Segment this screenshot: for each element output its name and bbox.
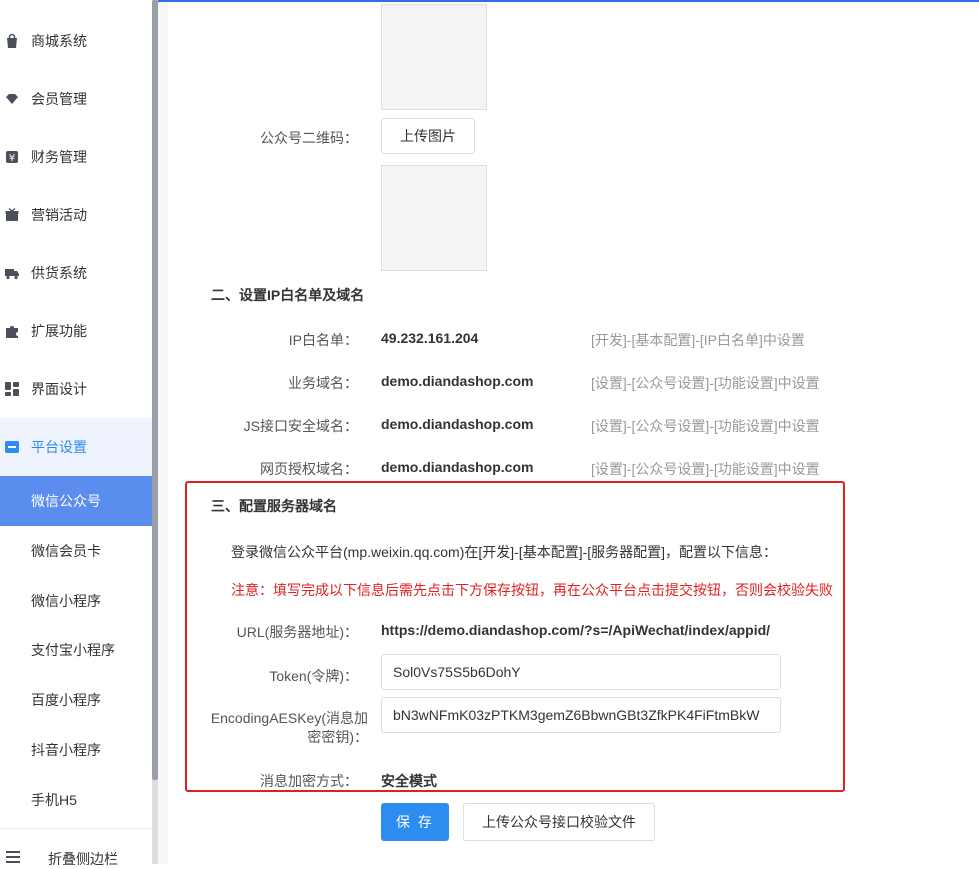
sidebar-item-label: 界面设计 <box>31 381 87 397</box>
server-config-warning: 注意：填写完成以下信息后需先点击下方保存按钮，再在公众平台点击提交按钮，否则会校… <box>231 582 833 598</box>
sidebar-item-label: 营销活动 <box>31 207 87 223</box>
sidebar-subitem-label: 支付宝小程序 <box>31 642 115 658</box>
token-label: Token(令牌)： <box>269 668 358 684</box>
truck-icon <box>5 269 19 280</box>
sidebar-subitem-label: 微信会员卡 <box>31 543 101 559</box>
collapse-sidebar-label: 折叠侧边栏 <box>48 851 118 867</box>
upload-verify-file-button[interactable]: 上传公众号接口校验文件 <box>463 803 655 841</box>
sidebar-item-supply[interactable]: 供货系统 <box>0 244 152 302</box>
sidebar-subitem-wechat-card[interactable]: 微信会员卡 <box>0 526 152 576</box>
main-content: 公众号二维码： 上传图片 二、设置IP白名单及域名 IP白名单： 49.232.… <box>158 2 979 864</box>
sidebar-item-marketing[interactable]: 营销活动 <box>0 186 152 244</box>
business-domain-hint: [设置]-[公众号设置]-[功能设置]中设置 <box>591 375 820 391</box>
sidebar-item-label: 平台设置 <box>31 439 87 455</box>
aes-key-label: EncodingAESKey(消息加 密密钥)： <box>198 709 368 747</box>
sidebar-item-finance[interactable]: ¥ 财务管理 <box>0 128 152 186</box>
save-button[interactable]: 保 存 <box>381 803 449 841</box>
sidebar-subitem-baidu-miniprogram[interactable]: 百度小程序 <box>0 675 152 725</box>
ip-whitelist-label: IP白名单： <box>288 332 358 348</box>
sidebar: 商城系统 会员管理 ¥ 财务管理 营销活动 供货系统 扩展功能 界面设计 平台设… <box>0 0 152 867</box>
puzzle-icon <box>6 326 18 338</box>
section-ip-whitelist-title: 二、设置IP白名单及域名 <box>211 287 365 303</box>
sidebar-subitem-wechat-miniprogram[interactable]: 微信小程序 <box>0 576 152 626</box>
upload-image-button[interactable]: 上传图片 <box>381 118 475 154</box>
sidebar-item-label: 商城系统 <box>31 33 87 49</box>
sidebar-item-extensions[interactable]: 扩展功能 <box>0 302 152 360</box>
sidebar-item-ui-design[interactable]: 界面设计 <box>0 360 152 418</box>
js-domain-hint: [设置]-[公众号设置]-[功能设置]中设置 <box>591 418 820 434</box>
aes-key-label-line2: 密密钥)： <box>307 729 368 745</box>
gift-icon <box>5 207 19 221</box>
server-config-description: 登录微信公众平台(mp.weixin.qq.com)在[开发]-[基本配置]-[… <box>231 544 778 560</box>
image-preview-1 <box>381 4 487 110</box>
svg-text:¥: ¥ <box>9 153 15 164</box>
js-domain-value: demo.diandashop.com <box>381 416 534 432</box>
sidebar-item-platform-settings[interactable]: 平台设置 <box>0 418 152 476</box>
menu-icon <box>6 851 20 863</box>
collapse-sidebar-button[interactable]: 折叠侧边栏 <box>0 828 152 867</box>
content-gutter <box>158 2 168 864</box>
platform-icon <box>5 441 19 453</box>
ip-whitelist-hint: [开发]-[基本配置]-[IP白名单]中设置 <box>591 332 805 348</box>
business-domain-label: 业务域名： <box>288 375 358 391</box>
oauth-domain-value: demo.diandashop.com <box>381 459 534 475</box>
aes-key-input[interactable]: bN3wNFmK03zPTKM3gemZ6BbwnGBt3ZfkPK4FiFtm… <box>381 697 781 733</box>
sidebar-subitem-mobile-h5[interactable]: 手机H5 <box>0 775 152 825</box>
encrypt-mode-value: 安全模式 <box>381 773 437 789</box>
yen-icon: ¥ <box>6 151 18 164</box>
js-domain-label: JS接口安全域名： <box>243 418 358 434</box>
url-label: URL(服务器地址)： <box>236 624 358 640</box>
oauth-domain-hint: [设置]-[公众号设置]-[功能设置]中设置 <box>591 461 820 477</box>
sidebar-subitem-wechat-official[interactable]: 微信公众号 <box>0 476 152 526</box>
encrypt-mode-label: 消息加密方式： <box>260 773 358 789</box>
sidebar-item-mall[interactable]: 商城系统 <box>0 12 152 70</box>
qrcode-label: 公众号二维码： <box>260 130 358 146</box>
sidebar-subitem-label: 微信小程序 <box>31 593 101 609</box>
section-server-domain-title: 三、配置服务器域名 <box>211 498 337 514</box>
sidebar-subitem-label: 抖音小程序 <box>31 742 101 758</box>
oauth-domain-label: 网页授权域名： <box>260 461 358 477</box>
qrcode-preview <box>381 165 487 271</box>
business-domain-value: demo.diandashop.com <box>381 373 534 389</box>
sidebar-item-label: 财务管理 <box>31 149 87 165</box>
sidebar-subitem-label: 百度小程序 <box>31 692 101 708</box>
token-input[interactable]: Sol0Vs75S5b6DohY <box>381 654 781 690</box>
sidebar-subitem-douyin-miniprogram[interactable]: 抖音小程序 <box>0 725 152 775</box>
sidebar-item-label: 供货系统 <box>31 265 87 281</box>
sidebar-item-label: 会员管理 <box>31 91 87 107</box>
aes-key-label-line1: EncodingAESKey(消息加 <box>210 710 368 726</box>
shopping-bag-icon <box>7 33 17 48</box>
sidebar-item-members[interactable]: 会员管理 <box>0 70 152 128</box>
sidebar-subitem-label: 微信公众号 <box>31 493 101 509</box>
diamond-icon <box>6 94 18 104</box>
sidebar-subitem-label: 手机H5 <box>31 792 77 808</box>
url-value: https://demo.diandashop.com/?s=/ApiWecha… <box>381 622 771 638</box>
sidebar-item-label: 扩展功能 <box>31 323 87 339</box>
ip-whitelist-value: 49.232.161.204 <box>381 330 479 346</box>
layout-icon <box>5 382 19 396</box>
sidebar-subitem-alipay-miniprogram[interactable]: 支付宝小程序 <box>0 625 152 675</box>
